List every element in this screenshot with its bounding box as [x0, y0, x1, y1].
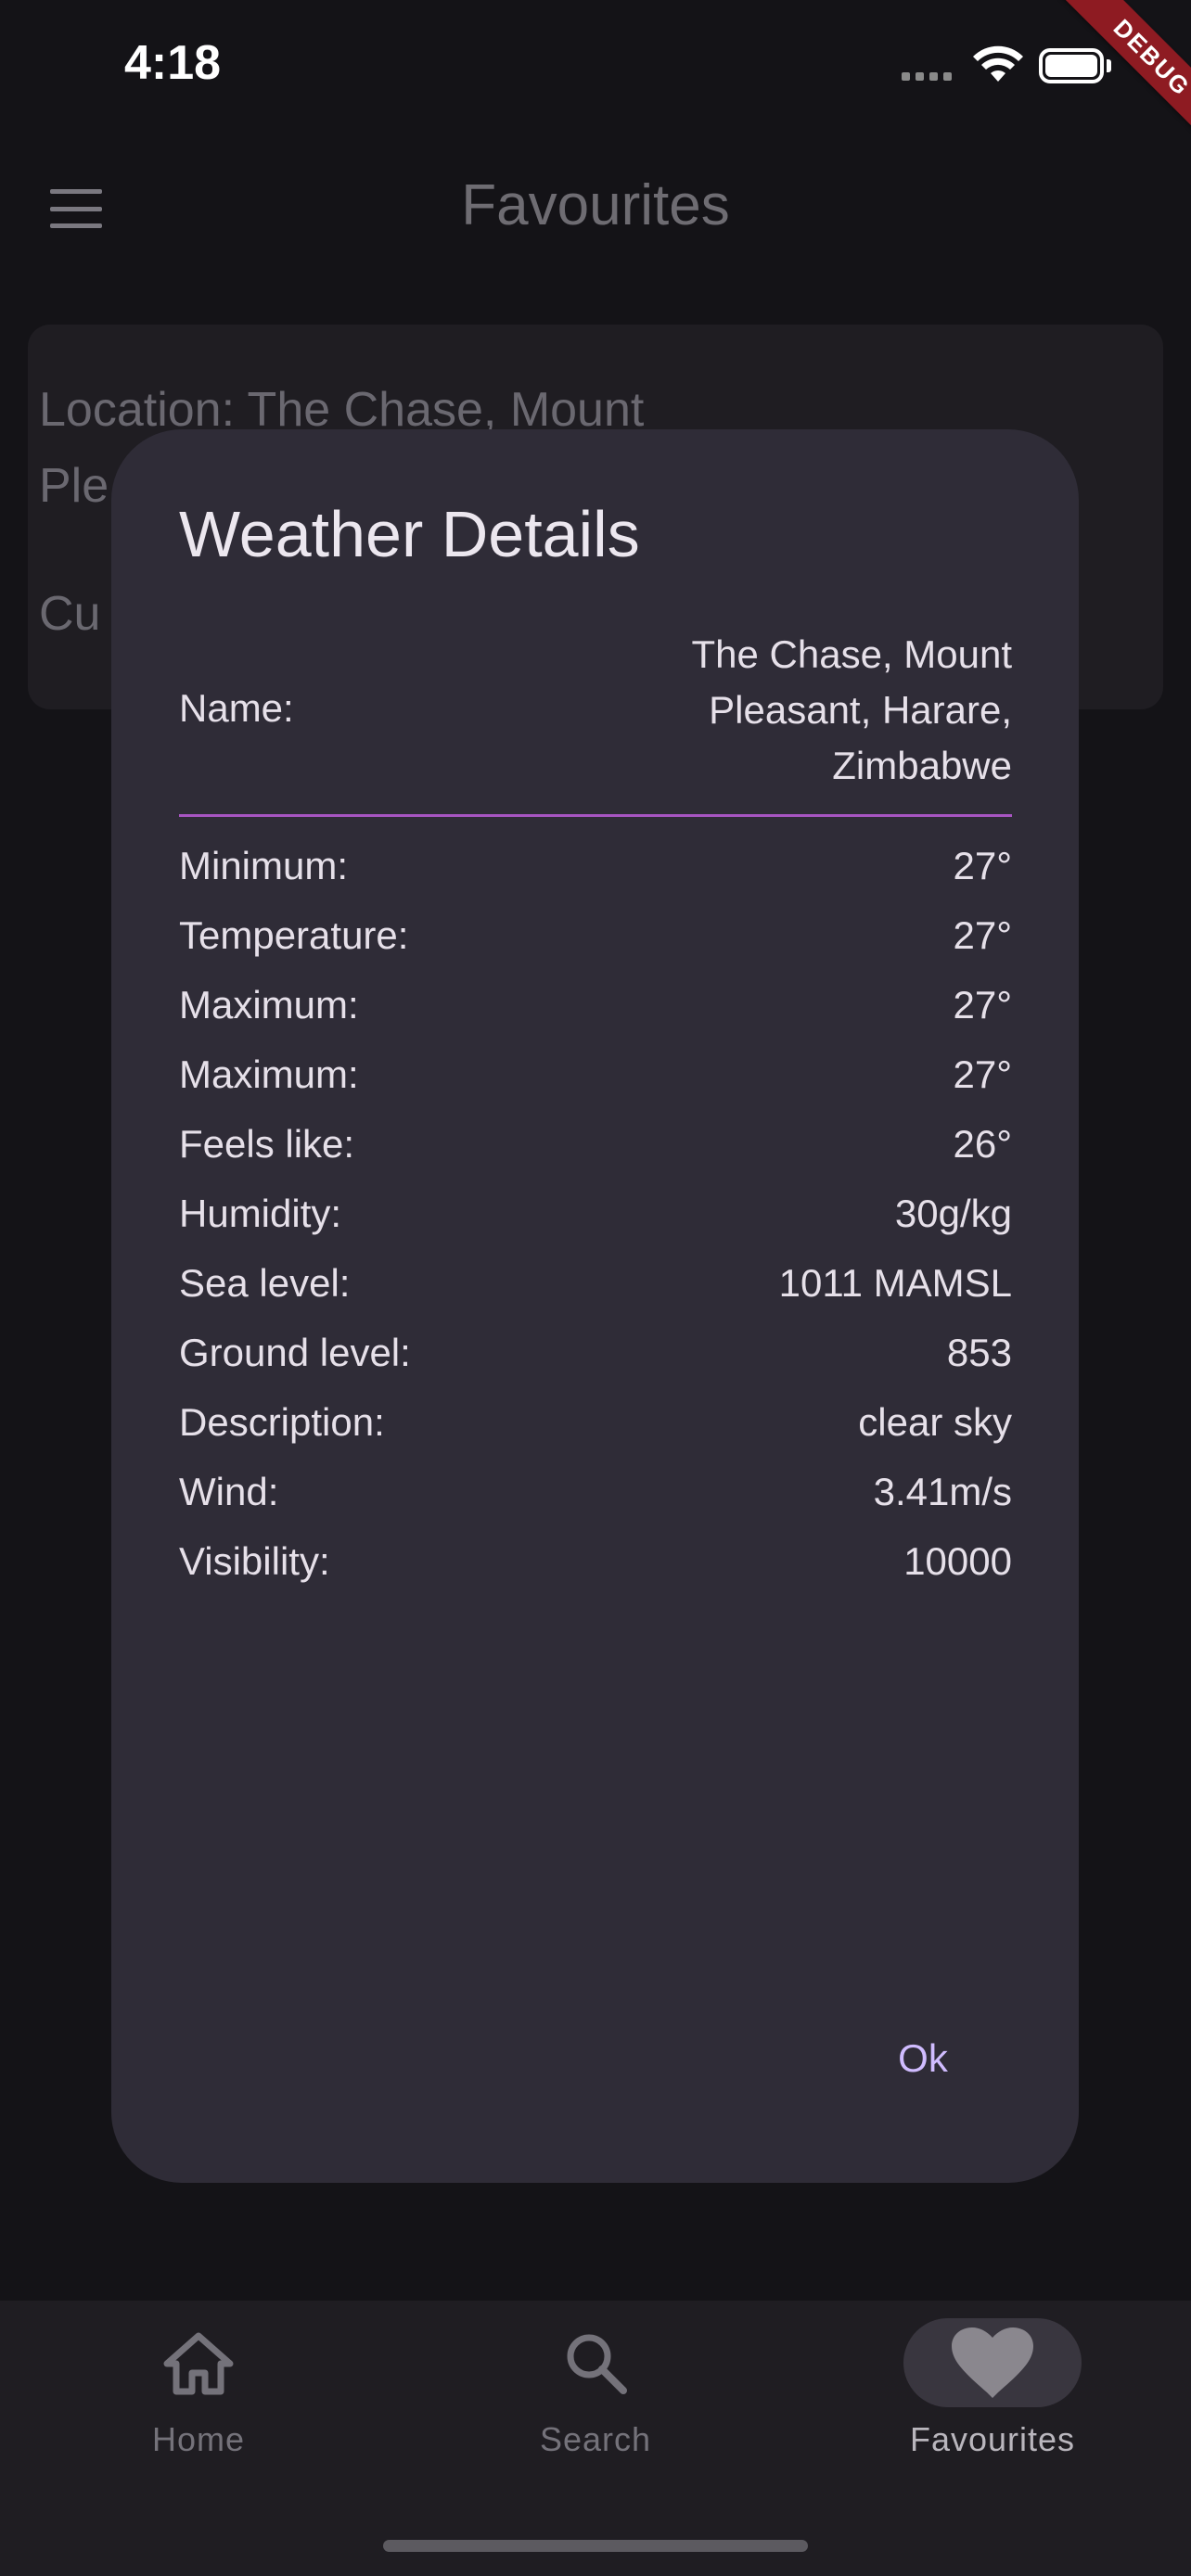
- nav-item-home[interactable]: Home: [59, 2318, 338, 2459]
- nav-item-favourites[interactable]: Favourites: [853, 2318, 1132, 2459]
- ok-button[interactable]: Ok: [872, 2021, 974, 2096]
- detail-label: Temperature:: [179, 913, 409, 957]
- cellular-signal-icon: [902, 72, 957, 83]
- detail-label: Description:: [179, 1400, 385, 1444]
- detail-row-wind: Wind: 3.41m/s: [179, 1470, 1012, 1514]
- detail-row-ground-level: Ground level: 853: [179, 1331, 1012, 1375]
- detail-value: clear sky: [858, 1400, 1012, 1444]
- card-location-text-continued: Ple: [39, 459, 109, 513]
- detail-value: 27°: [953, 844, 1012, 887]
- detail-label: Feels like:: [179, 1122, 355, 1166]
- detail-row-temperature: Temperature: 27°: [179, 913, 1012, 958]
- detail-value: 27°: [953, 913, 1012, 957]
- search-icon: [567, 2334, 627, 2394]
- dialog-title: Weather Details: [179, 498, 640, 570]
- home-indicator: [383, 2540, 808, 2552]
- battery-icon: [1039, 48, 1104, 83]
- nav-label-home: Home: [151, 2420, 246, 2458]
- detail-row-description: Description: clear sky: [179, 1400, 1012, 1445]
- battery-tip: [1107, 59, 1111, 72]
- card-current-text: Cu: [39, 587, 101, 641]
- detail-value: 3.41m/s: [873, 1470, 1012, 1513]
- wifi-icon: [973, 45, 1023, 82]
- status-time: 4:18: [124, 36, 222, 90]
- home-icon: [163, 2332, 234, 2395]
- detail-label: Minimum:: [179, 844, 349, 887]
- detail-value: 10000: [903, 1539, 1012, 1583]
- name-label: Name:: [179, 686, 294, 730]
- debug-ribbon: DEBUG: [1039, 0, 1191, 171]
- detail-value: 27°: [953, 983, 1012, 1027]
- detail-value: 27°: [953, 1052, 1012, 1096]
- detail-row-sea-level: Sea level: 1011 MAMSL: [179, 1261, 1012, 1306]
- nav-item-search[interactable]: Search: [456, 2318, 735, 2459]
- detail-label: Maximum:: [179, 983, 359, 1027]
- detail-row-minimum: Minimum: 27°: [179, 844, 1012, 888]
- detail-label: Visibility:: [179, 1539, 330, 1583]
- detail-row-humidity: Humidity: 30g/kg: [179, 1192, 1012, 1236]
- detail-row-maximum-2: Maximum: 27°: [179, 1052, 1012, 1097]
- detail-value: 30g/kg: [894, 1192, 1012, 1235]
- detail-label: Sea level:: [179, 1261, 351, 1305]
- nav-label-favourites: Favourites: [909, 2420, 1076, 2458]
- detail-value: 1011 MAMSL: [778, 1261, 1012, 1305]
- name-value: The Chase, Mount Pleasant, Harare, Zimba…: [691, 632, 1012, 787]
- detail-label: Ground level:: [179, 1331, 411, 1374]
- detail-label: Wind:: [179, 1470, 279, 1513]
- detail-value: 26°: [953, 1122, 1012, 1166]
- divider: [179, 814, 1012, 817]
- nav-label-search: Search: [539, 2420, 652, 2458]
- detail-label: Maximum:: [179, 1052, 359, 1096]
- detail-row-maximum: Maximum: 27°: [179, 983, 1012, 1027]
- detail-row-visibility: Visibility: 10000: [179, 1539, 1012, 1584]
- heart-icon: [952, 2327, 1033, 2398]
- detail-row-feels-like: Feels like: 26°: [179, 1122, 1012, 1167]
- detail-value: 853: [946, 1331, 1012, 1374]
- detail-label: Humidity:: [179, 1192, 342, 1235]
- page-title: Favourites: [461, 173, 730, 237]
